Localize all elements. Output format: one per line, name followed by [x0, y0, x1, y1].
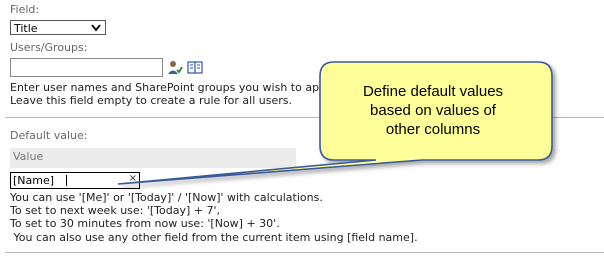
- callout-text-line2: based on values of: [370, 102, 496, 119]
- callout-text-line1: Define default values: [362, 83, 504, 100]
- callout-text-line3: other columns: [385, 121, 481, 138]
- callout-text: Define default values based on values of…: [322, 82, 544, 139]
